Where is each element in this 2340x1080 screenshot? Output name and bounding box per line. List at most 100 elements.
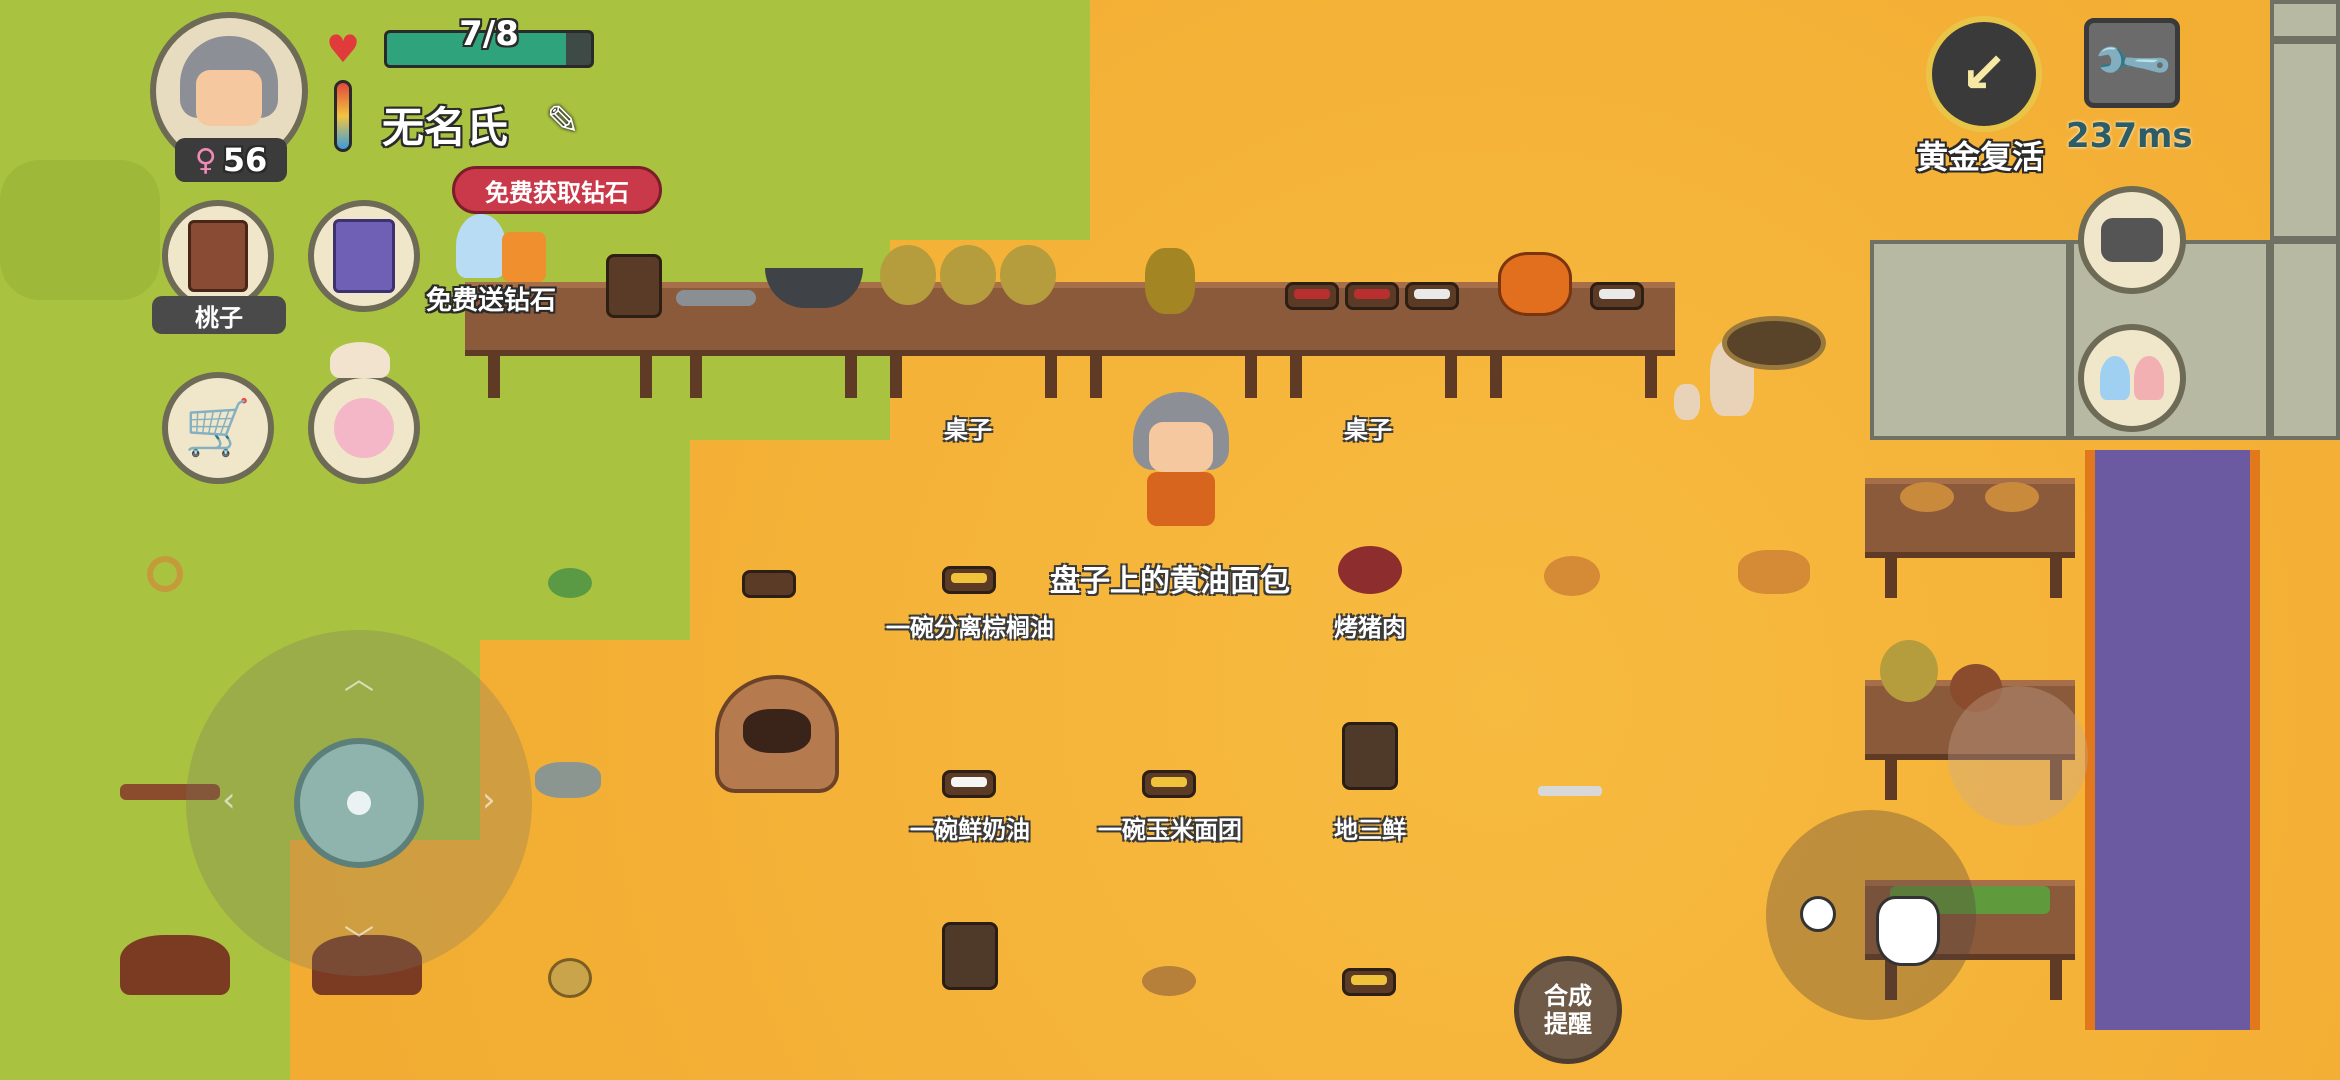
joystick-knob[interactable]: [294, 738, 424, 868]
durian-item[interactable]: [880, 245, 936, 305]
age-value: 56: [222, 141, 268, 179]
chat-button[interactable]: [2078, 186, 2186, 294]
durian-item[interactable]: [940, 245, 996, 305]
table-leg: [1490, 356, 1502, 398]
table-leg: [890, 356, 902, 398]
item-label-roast-pork: 烤猪肉: [1334, 614, 1406, 642]
rock-item[interactable]: [535, 762, 601, 798]
bowl-item[interactable]: [1285, 282, 1339, 310]
knob-center-dot: [347, 791, 371, 815]
player-character[interactable]: [1125, 392, 1237, 542]
empty-bowl-item[interactable]: [742, 570, 796, 598]
table-leg: [1445, 356, 1457, 398]
bowl-palm-oil[interactable]: [942, 566, 996, 594]
firewood-pile[interactable]: [120, 935, 230, 995]
recipe-book-button[interactable]: [308, 200, 420, 312]
table-leg: [1885, 760, 1897, 800]
virtual-joystick[interactable]: ︿ ‹ › ﹀: [186, 630, 532, 976]
clay-oven[interactable]: [715, 675, 839, 793]
cart-icon: 🛒: [184, 396, 252, 459]
companion-name-tag: 桃子: [152, 296, 286, 334]
bread-plate-item[interactable]: [1985, 482, 2039, 512]
age-badge: ♀ 56: [175, 138, 287, 182]
hovered-item-label: 盘子上的黄油面包: [1050, 564, 1290, 599]
joystick-arrow-right-icon: ›: [482, 780, 496, 820]
ping-indicator: 237ms: [2066, 116, 2193, 156]
secondary-action-button[interactable]: [1948, 686, 2088, 826]
stone-floor: [2270, 0, 2340, 40]
knife-item[interactable]: [1538, 786, 1602, 796]
table-leg: [640, 356, 652, 398]
stone-floor: [2270, 240, 2340, 440]
bread-plate-item[interactable]: [1900, 482, 1954, 512]
table-leg: [845, 356, 857, 398]
joystick-arrow-down-icon: ﹀: [344, 924, 374, 959]
mushroom-icon: [330, 342, 390, 378]
health-value: 7/8: [459, 14, 519, 54]
craft-hint-line1: 合成: [1544, 982, 1592, 1010]
coin-item[interactable]: [548, 958, 592, 998]
rabbit-nest[interactable]: [1722, 316, 1826, 370]
bowl-cream[interactable]: [942, 770, 996, 798]
grass-shade: [0, 160, 160, 300]
table-leg: [1290, 356, 1302, 398]
ghost-mascot-icon: [456, 214, 506, 278]
hand-grab-icon: [1876, 896, 1940, 966]
diamond-promo-banner[interactable]: 免费获取钻石: [452, 166, 662, 214]
table-leg: [1045, 356, 1057, 398]
settings-button[interactable]: 🔧: [2084, 18, 2180, 108]
bowl-item[interactable]: [1345, 282, 1399, 310]
golden-revive-button[interactable]: ↙: [1926, 16, 2042, 132]
golden-revive-label: 黄金复活: [1916, 138, 2045, 176]
pie-item[interactable]: [1142, 966, 1196, 996]
flower-item[interactable]: [1145, 248, 1195, 314]
pot-item[interactable]: [942, 922, 998, 990]
target-dot-icon: [1800, 896, 1836, 932]
herb-item[interactable]: [548, 568, 592, 598]
table-leg: [1245, 356, 1257, 398]
bread-item[interactable]: [1544, 556, 1600, 596]
edit-name-icon[interactable]: ✎: [540, 98, 586, 144]
pumpkin-item[interactable]: [1498, 252, 1572, 316]
item-label-palm-oil: 一碗分离棕榈油: [886, 614, 1054, 642]
bowl-corn-dough[interactable]: [1142, 770, 1196, 798]
blossom-event-button[interactable]: [308, 372, 420, 484]
arrow-down-left-icon: ↙: [1960, 41, 2008, 106]
craft-hint-line2: 提醒: [1544, 1010, 1592, 1038]
di-san-xian-item[interactable]: [1342, 722, 1398, 790]
shop-cart-button[interactable]: 🛒: [162, 372, 274, 484]
side-table[interactable]: [1865, 478, 2075, 558]
table-label: 桌子: [944, 416, 992, 444]
table-label: 桌子: [1344, 416, 1392, 444]
table-leg: [488, 356, 500, 398]
ring-item[interactable]: [147, 556, 183, 592]
diamond-gift-label: 免费送钻石: [426, 286, 557, 316]
journal-icon: [188, 220, 248, 292]
bowl-item[interactable]: [1342, 968, 1396, 996]
wrench-icon: 🔧: [2087, 19, 2177, 107]
bucket-item[interactable]: [606, 254, 662, 318]
bowl-item[interactable]: [1590, 282, 1644, 310]
grab-action-button[interactable]: [1766, 810, 1976, 1020]
joystick-arrow-up-icon: ︿: [344, 662, 374, 697]
joystick-arrow-left-icon: ‹: [222, 780, 236, 820]
item-label-corn-dough: 一碗玉米面团: [1098, 816, 1242, 844]
character-face: [1149, 422, 1213, 472]
roast-pork-item[interactable]: [1338, 546, 1402, 594]
durian-item[interactable]: [1880, 640, 1938, 702]
bread-pile-item[interactable]: [1738, 550, 1810, 594]
friends-icon: [2100, 356, 2164, 400]
craft-hint-button[interactable]: 合成 提醒: [1514, 956, 1622, 1064]
table-leg: [2050, 558, 2062, 598]
shovel-item[interactable]: [676, 290, 756, 306]
bowl-item[interactable]: [1405, 282, 1459, 310]
avatar-face: [196, 70, 262, 126]
blossom-icon: [334, 398, 394, 458]
friends-button[interactable]: [2078, 324, 2186, 432]
table-leg: [1090, 356, 1102, 398]
stone-floor: [2270, 40, 2340, 240]
diamond-promo-text: 免费获取钻石: [485, 178, 629, 207]
rabbit-creature[interactable]: [1674, 384, 1700, 420]
item-label-cream: 一碗鲜奶油: [910, 816, 1030, 844]
durian-item[interactable]: [1000, 245, 1056, 305]
